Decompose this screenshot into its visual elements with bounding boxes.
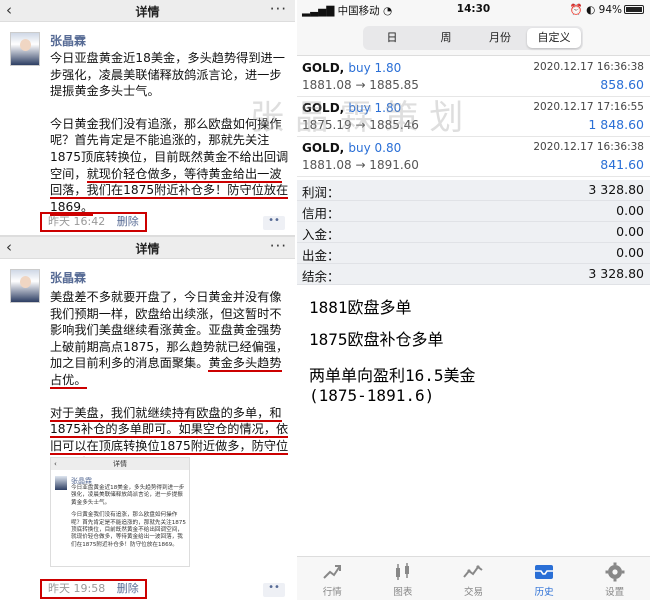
- mini-post-body: 今日亚盘黄金近18美金，多头趋势得到进一步强化，凌晨美联储释放鸽派言论，进一步提…: [71, 485, 187, 554]
- trade-row[interactable]: GOLD, buy 1.80 2020.12.17 16:36:38 1881.…: [297, 57, 650, 97]
- post-paragraph: 今日黄金我们没有追涨，那么欧盘如何操作呢？首先肯定是不能追涨的，那就先关注187…: [50, 116, 289, 216]
- more-options-icon[interactable]: ···: [270, 237, 287, 255]
- mini-avatar: [55, 476, 67, 490]
- trade-symbol: GOLD, buy 1.80: [302, 101, 402, 115]
- trade-symbol: GOLD, buy 1.80: [302, 61, 402, 75]
- history-icon: [535, 565, 554, 579]
- avatar[interactable]: [10, 269, 40, 303]
- tab-settings[interactable]: 设置: [579, 557, 650, 600]
- trade-row[interactable]: GOLD, buy 0.80 2020.12.17 16:36:38 1881.…: [297, 137, 650, 177]
- note-line: 两单单向盈利16.5美金: [309, 366, 476, 385]
- trade-date: 2020.12.17 17:16:55: [533, 101, 644, 113]
- note-line: 1875欧盘补仓多单: [309, 330, 444, 349]
- username[interactable]: 张晶霖: [50, 269, 86, 286]
- more-options-icon[interactable]: ···: [270, 0, 287, 18]
- mini-paragraph: 今日黄金我们没有追涨，那么欧盘如何操作呢？首先肯定是不能追涨的，那就先关注187…: [71, 512, 186, 548]
- segment-day[interactable]: 日: [365, 28, 419, 48]
- trade-prices: 1875.19 → 1885.46: [302, 118, 419, 132]
- trade-icon: [463, 565, 484, 578]
- trade-prices: 1881.08 → 1885.85: [302, 78, 419, 92]
- tab-history[interactable]: 历史: [509, 557, 580, 600]
- note-line: (1875-1891.6): [309, 386, 435, 405]
- tab-chart[interactable]: 图表: [368, 557, 439, 600]
- username[interactable]: 张晶霖: [50, 32, 86, 49]
- trade-profit: 858.60: [600, 77, 644, 92]
- mini-nav-title: 详情: [113, 460, 127, 468]
- nav-bar: ‹ 详情 ···: [0, 0, 295, 22]
- segment-month[interactable]: 月份: [473, 28, 527, 48]
- post-body: 今日亚盘黄金近18美金，多头趋势得到进一步强化，凌晨美联储释放鸽派言论，进一步提…: [50, 50, 290, 231]
- battery-icon: [624, 5, 644, 14]
- trading-history-panel: ▂▃▅▇ 中国移动 ◔ 14:30 ⏰ ◐ 94% 日 周 月份 自定义 GOL…: [297, 0, 650, 600]
- segment-week[interactable]: 周: [419, 28, 473, 48]
- tab-trade[interactable]: 交易: [438, 557, 509, 600]
- mini-nav-bar: ‹ 详情: [51, 458, 189, 470]
- trade-profit: 841.60: [600, 157, 644, 172]
- post-time: 昨天 16:42: [48, 215, 106, 228]
- summary-row-credit: 信用： 0.00: [297, 201, 650, 222]
- nav-title: 详情: [135, 5, 160, 19]
- balance-summary: 利润： 3 328.80 信用： 0.00 入金： 0.00 出金： 0.00 结余： 3…: [297, 180, 650, 285]
- moment-detail-top: ‹ 详情 ··· 张晶霖 今日亚盘黄金近18美金，多头趋势得到进一步强化，凌晨美…: [0, 0, 295, 235]
- note-line: 1881欧盘多单: [309, 298, 412, 317]
- tab-quotes[interactable]: 行情: [297, 557, 368, 600]
- nav-bar: ‹ 详情 ···: [0, 237, 295, 259]
- settings-icon: [605, 562, 625, 582]
- avatar[interactable]: [10, 32, 40, 66]
- bottom-tab-bar: 行情 图表 交易 历史 设置: [297, 556, 650, 600]
- chart-icon: [395, 563, 409, 580]
- summary-row-profit: 利润： 3 328.80: [297, 180, 650, 201]
- nav-title: 详情: [135, 242, 160, 256]
- moment-detail-bottom: ‹ 详情 ··· 张晶霖 美盘差不多就要开盘了，今日黄金并没有像我们预期一样，欧…: [0, 235, 295, 600]
- post-meta: 昨天 16:42 删除: [40, 212, 147, 232]
- quotes-icon: [323, 565, 342, 579]
- summary-row-withdrawal: 出金： 0.00: [297, 243, 650, 264]
- trade-row[interactable]: GOLD, buy 1.80 2020.12.17 17:16:55 1875.…: [297, 97, 650, 137]
- delete-link[interactable]: 删除: [117, 215, 139, 228]
- period-selector-bar: 日 周 月份 自定义: [297, 20, 650, 56]
- summary-row-balance: 结余： 3 328.80: [297, 264, 650, 285]
- trade-profit: 1 848.60: [588, 117, 644, 132]
- period-segmented-control: 日 周 月份 自定义: [363, 26, 583, 50]
- post-time: 昨天 19:58: [48, 582, 106, 595]
- mini-back-icon: ‹: [54, 460, 57, 468]
- status-bar: ▂▃▅▇ 中国移动 ◔ 14:30 ⏰ ◐ 94%: [297, 0, 650, 20]
- trade-date: 2020.12.17 16:36:38: [533, 61, 644, 73]
- comment-more-icon[interactable]: ••: [263, 583, 285, 597]
- embedded-screenshot[interactable]: ‹ 详情 张晶霖 今日亚盘黄金近18美金，多头趋势得到进一步强化，凌晨美联储释放…: [50, 457, 190, 567]
- annotation-notes: 1881欧盘多单 1875欧盘补仓多单 两单单向盈利16.5美金 (1875-1…: [297, 288, 650, 556]
- post-paragraph: 今日亚盘黄金近18美金，多头趋势得到进一步强化，凌晨美联储释放鸽派言论，进一步提…: [50, 51, 285, 99]
- summary-row-deposit: 入金： 0.00: [297, 222, 650, 243]
- battery-status: ⏰ ◐ 94%: [570, 3, 644, 16]
- post-meta: 昨天 19:58 删除: [40, 579, 147, 599]
- delete-link[interactable]: 删除: [117, 582, 139, 595]
- trade-prices: 1881.08 → 1891.60: [302, 158, 419, 172]
- post-paragraph: 美盘差不多就要开盘了，今日黄金并没有像我们预期一样，欧盘给出续涨，但这暂时不影响…: [50, 290, 289, 389]
- trade-date: 2020.12.17 16:36:38: [533, 141, 644, 153]
- comment-more-icon[interactable]: ••: [263, 216, 285, 230]
- trade-symbol: GOLD, buy 0.80: [302, 141, 402, 155]
- wechat-moments-panel: ‹ 详情 ··· 张晶霖 今日亚盘黄金近18美金，多头趋势得到进一步强化，凌晨美…: [0, 0, 295, 600]
- segment-custom[interactable]: 自定义: [527, 28, 581, 48]
- mini-paragraph: 今日亚盘黄金近18美金，多头趋势得到进一步强化，凌晨美联储释放鸽派言论，进一步提…: [71, 485, 185, 506]
